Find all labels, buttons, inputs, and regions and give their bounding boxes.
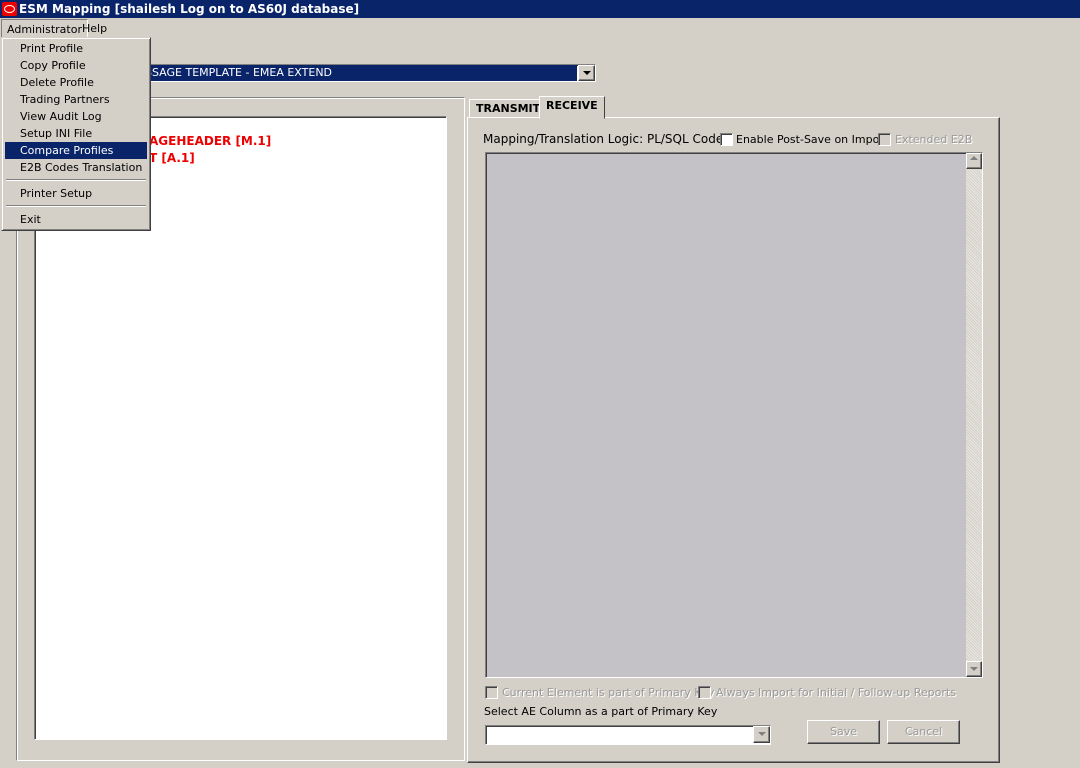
primary-key-checkbox (485, 686, 498, 699)
menu-item-e2b-codes-translation[interactable]: E2B Codes Translation (5, 159, 147, 176)
title-bar: ESM Mapping [shailesh Log on to AS60J da… (0, 0, 1080, 18)
chevron-down-icon[interactable] (753, 726, 770, 743)
tree-item[interactable]: AGEHEADER [M.1] (149, 134, 271, 148)
menu-item-copy-profile[interactable]: Copy Profile (5, 57, 147, 74)
menu-item-delete-profile[interactable]: Delete Profile (5, 74, 147, 91)
menu-item-compare-profiles[interactable]: Compare Profiles (5, 142, 147, 159)
chevron-down-icon[interactable] (578, 65, 595, 81)
extended-e2b-label: Extended E2B (895, 133, 973, 146)
scroll-up-icon[interactable] (966, 153, 982, 169)
menu-item-print-profile[interactable]: Print Profile (5, 40, 147, 57)
enable-post-save-label: Enable Post-Save on Import (736, 133, 889, 146)
menu-administrator[interactable]: Administrator (1, 19, 88, 38)
menu-help[interactable]: Help (77, 19, 112, 37)
menu-item-setup-ini-file[interactable]: Setup INI File (5, 125, 147, 142)
primary-key-label: Current Element is part of Primary Key (502, 686, 715, 699)
tree-item[interactable]: T [A.1] (149, 151, 195, 165)
ae-column-combo[interactable] (485, 725, 771, 745)
menu-item-exit[interactable]: Exit (5, 211, 147, 228)
menu-separator (6, 205, 146, 207)
menu-item-printer-setup[interactable]: Printer Setup (5, 185, 147, 202)
logic-label: Mapping/Translation Logic: PL/SQL Code (483, 132, 724, 146)
ae-column-label: Select AE Column as a part of Primary Ke… (484, 705, 718, 718)
scroll-down-icon[interactable] (966, 661, 982, 677)
cancel-button: Cancel (887, 720, 960, 744)
administrator-menu: Print Profile Copy Profile Delete Profil… (1, 37, 151, 231)
vertical-scrollbar[interactable] (966, 153, 982, 677)
profile-combo-value: SSAGE TEMPLATE - EMEA EXTEND (121, 65, 577, 81)
profile-combo[interactable]: SSAGE TEMPLATE - EMEA EXTEND (120, 64, 596, 82)
tab-receive[interactable]: RECEIVE (539, 96, 605, 119)
save-button: Save (807, 720, 880, 744)
always-import-label: Always Import for Initial / Follow-up Re… (716, 686, 956, 699)
window-title: ESM Mapping [shailesh Log on to AS60J da… (19, 2, 360, 16)
extended-e2b-checkbox (878, 133, 891, 146)
plsql-code-editor[interactable] (485, 152, 983, 678)
oracle-logo-icon (2, 2, 17, 16)
menu-separator (6, 179, 146, 181)
menu-item-view-audit-log[interactable]: View Audit Log (5, 108, 147, 125)
always-import-checkbox (698, 686, 711, 699)
receive-tab-panel: Mapping/Translation Logic: PL/SQL Code E… (467, 117, 1000, 763)
menu-item-trading-partners[interactable]: Trading Partners (5, 91, 147, 108)
tab-transmit[interactable]: TRANSMIT (469, 99, 548, 119)
enable-post-save-checkbox[interactable] (720, 133, 733, 146)
